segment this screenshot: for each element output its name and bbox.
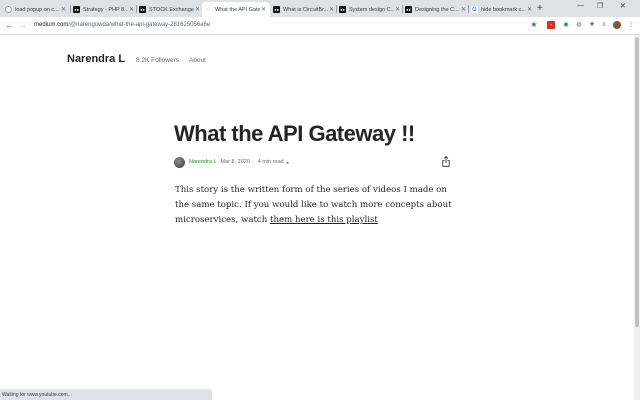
publication-name[interactable]: Narendra L bbox=[67, 53, 125, 65]
browser-tab[interactable]: ●● System design C... ✕ bbox=[336, 2, 404, 17]
close-icon[interactable]: ✕ bbox=[328, 6, 335, 13]
window-close-icon[interactable]: ✕ bbox=[620, 2, 626, 10]
profile-avatar-icon[interactable] bbox=[613, 21, 621, 29]
tab-title: Strategy - PHP 8... bbox=[83, 6, 128, 13]
close-icon[interactable]: ✕ bbox=[526, 6, 533, 13]
browser-tab[interactable]: ●● What is CircuitBr... ✕ bbox=[270, 2, 338, 17]
bookmark-star-icon[interactable]: ★ bbox=[530, 21, 538, 29]
author-avatar[interactable] bbox=[174, 156, 185, 168]
medium-icon: ●● bbox=[339, 6, 346, 13]
status-bar: Waiting for www.youtube.com... bbox=[0, 389, 212, 400]
byline: Narendra L Mar 8, 2020 · 4 min read ★ bbox=[174, 156, 289, 168]
browser-tab[interactable]: G hide bookmark c... ✕ bbox=[468, 2, 536, 17]
back-button[interactable]: ← bbox=[5, 20, 14, 31]
browser-toolbar: ← → medium.com/@narengowda/what-the-api-… bbox=[0, 17, 640, 35]
medium-icon: ●● bbox=[139, 6, 146, 13]
scrollbar-thumb[interactable] bbox=[635, 37, 639, 327]
article-title: What the API Gateway !! bbox=[174, 121, 415, 146]
minimize-icon[interactable]: — bbox=[577, 2, 584, 9]
page-content: Narendra L 8.2K Followers About What the… bbox=[0, 35, 640, 400]
extension-gray-icon[interactable]: ◍ bbox=[575, 21, 583, 29]
close-icon[interactable]: ✕ bbox=[128, 6, 135, 13]
address-bar[interactable]: medium.com/@narengowda/what-the-api-gate… bbox=[34, 20, 210, 31]
list-icon[interactable]: ≡ bbox=[600, 21, 608, 29]
medium-icon: ●● bbox=[273, 6, 280, 13]
tab-strip: load popup on c... ✕ ●● Strategy - PHP 8… bbox=[0, 0, 640, 17]
forward-button[interactable]: → bbox=[18, 20, 27, 31]
share-icon[interactable] bbox=[442, 156, 450, 167]
read-time: 4 min read bbox=[257, 159, 284, 165]
about-link[interactable]: About bbox=[189, 57, 206, 64]
tab-title: hide bookmark c... bbox=[481, 6, 526, 13]
maximize-icon[interactable]: ❐ bbox=[597, 2, 603, 10]
browser-tab-active[interactable]: ◌ What the API Gate... ✕ bbox=[202, 2, 270, 17]
article-body: This story is the written form of the se… bbox=[175, 183, 457, 228]
browser-tab[interactable]: load popup on c... ✕ bbox=[2, 2, 70, 17]
extension-green-icon[interactable]: ◉ bbox=[562, 21, 570, 29]
separator-dot: · bbox=[252, 159, 255, 165]
close-icon[interactable]: ✕ bbox=[260, 6, 267, 13]
close-icon[interactable]: ✕ bbox=[460, 6, 467, 13]
followers-link[interactable]: 8.2K Followers bbox=[136, 57, 179, 64]
close-icon[interactable]: ✕ bbox=[60, 6, 67, 13]
browser-tab[interactable]: ●● STOCK Exchange... ✕ bbox=[136, 2, 204, 17]
medium-icon: ●● bbox=[73, 6, 80, 13]
puzzle-icon[interactable]: ✚ bbox=[588, 21, 596, 29]
google-icon: G bbox=[471, 6, 478, 13]
browser-tab[interactable]: ●● Strategy - PHP 8... ✕ bbox=[70, 2, 138, 17]
star-icon: ★ bbox=[285, 159, 290, 165]
url-host: medium.com bbox=[34, 22, 69, 28]
playlist-link[interactable]: them here is this playlist bbox=[270, 215, 378, 225]
tab-title: What is CircuitBr... bbox=[283, 6, 328, 13]
menu-icon[interactable]: ⋮ bbox=[627, 21, 635, 29]
publish-date: Mar 8, 2020 bbox=[220, 159, 250, 165]
tab-title: load popup on c... bbox=[15, 6, 59, 13]
new-tab-button[interactable]: + bbox=[537, 3, 543, 14]
tab-title: System design C... bbox=[349, 6, 394, 13]
close-icon[interactable]: ✕ bbox=[394, 6, 401, 13]
medium-icon: ●● bbox=[405, 6, 412, 13]
tab-title: STOCK Exchange... bbox=[149, 6, 194, 13]
extension-red-icon[interactable]: ▪ bbox=[547, 21, 555, 29]
tab-title: Designing the C... bbox=[415, 6, 459, 13]
blank-page-icon bbox=[5, 6, 12, 13]
close-icon[interactable]: ✕ bbox=[194, 6, 201, 13]
url-path: /@narengowda/what-the-api-gateway-281625… bbox=[68, 22, 211, 28]
browser-tab[interactable]: ●● Designing the C... ✕ bbox=[402, 2, 470, 17]
tab-title: What the API Gate... bbox=[215, 6, 260, 13]
author-name[interactable]: Narendra L bbox=[189, 159, 217, 165]
loading-icon: ◌ bbox=[205, 6, 212, 13]
